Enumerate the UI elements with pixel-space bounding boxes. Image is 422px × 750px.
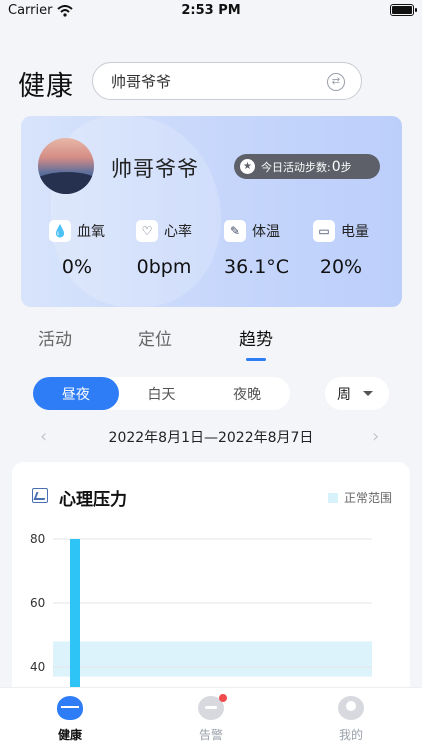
thermometer-icon: ✎ [224,220,246,242]
metric-temperature: ✎ 体温 36.1°C [224,220,289,278]
activity-unit: 步 [340,160,352,174]
person-icon [338,696,364,720]
caret-down-icon [363,391,373,396]
y-tick-label: 40 [30,660,45,674]
legend-swatch [327,492,338,503]
page-title: 健康 [18,71,74,102]
segment-day-night[interactable]: 昼夜 [33,377,119,410]
star-icon: ★ [240,159,255,174]
notification-badge [219,694,227,702]
heart-pulse-icon [57,696,83,720]
status-bar: Carrier 2:53 PM [0,0,422,22]
battery-icon [390,4,417,16]
tabbar-label: 健康 [57,728,82,742]
bottom-tab-bar: 健康 告警 我的 [0,687,422,750]
chart-legend: 正常范围 [327,489,392,506]
profile-card: 帅哥爷爷 ★ 今日活动步数: 0 步 💧 血氧 0% ♡ 心率 0bpm ✎ 体… [21,116,402,307]
droplet-icon: 💧 [49,220,71,242]
swap-icon[interactable]: ⇄ [327,73,345,91]
user-select-field[interactable]: 帅哥爷爷 ⇄ [92,62,362,100]
segment-night[interactable]: 夜晚 [204,377,290,410]
metric-value: 0% [61,256,93,278]
activity-label: 今日活动步数: [261,160,331,174]
y-tick-label: 60 [30,596,45,610]
tab-activity[interactable]: 活动 [38,325,72,350]
metric-blood-oxygen: 💧 血氧 0% [49,220,105,278]
tabbar-label: 我的 [338,728,363,742]
chart-title: 心理压力 [59,490,127,510]
profile-name: 帅哥爷爷 [111,157,199,181]
avatar[interactable] [38,138,94,194]
message-icon [198,694,227,720]
normal-range-band [53,641,372,677]
activity-steps: 0 [331,158,341,175]
legend-label: 正常范围 [343,491,392,505]
day-night-segment: 昼夜 白天 夜晚 [33,377,290,410]
active-tab-indicator [246,358,266,361]
period-value: 周 [337,386,351,403]
tabbar-health[interactable]: 健康 [40,696,100,743]
tab-location[interactable]: 定位 [138,325,172,350]
metric-value: 20% [319,256,363,278]
tabbar-alerts[interactable]: 告警 [181,694,241,743]
metric-value: 36.1°C [224,256,290,278]
metric-label: 心率 [164,224,192,240]
metric-battery: ▭ 电量 20% [313,220,369,278]
metric-value: 0bpm [136,256,192,278]
stress-chart: 80 60 40 [30,532,372,692]
status-time: 2:53 PM [181,3,241,18]
tabbar-profile[interactable]: 我的 [321,696,381,743]
date-range: 2022年8月1日—2022年8月7日 [108,430,314,446]
y-tick-label: 80 [30,532,45,546]
chevron-right-icon[interactable]: › [372,426,379,447]
segment-daytime[interactable]: 白天 [119,377,205,410]
metric-label: 电量 [341,224,369,240]
period-dropdown[interactable]: 周 [325,377,389,410]
battery-level-icon: ▭ [313,220,335,242]
tab-trend[interactable]: 趋势 [239,325,273,350]
activity-steps-badge: ★ 今日活动步数: 0 步 [234,154,380,179]
user-select-value: 帅哥爷爷 [111,72,172,91]
metric-label: 血氧 [77,224,105,240]
stress-bar [70,539,80,692]
metric-label: 体温 [252,224,280,240]
chart-icon [32,488,48,503]
tabbar-label: 告警 [198,728,223,742]
metric-heart-rate: ♡ 心率 0bpm [136,220,192,278]
heart-rate-icon: ♡ [136,220,158,242]
